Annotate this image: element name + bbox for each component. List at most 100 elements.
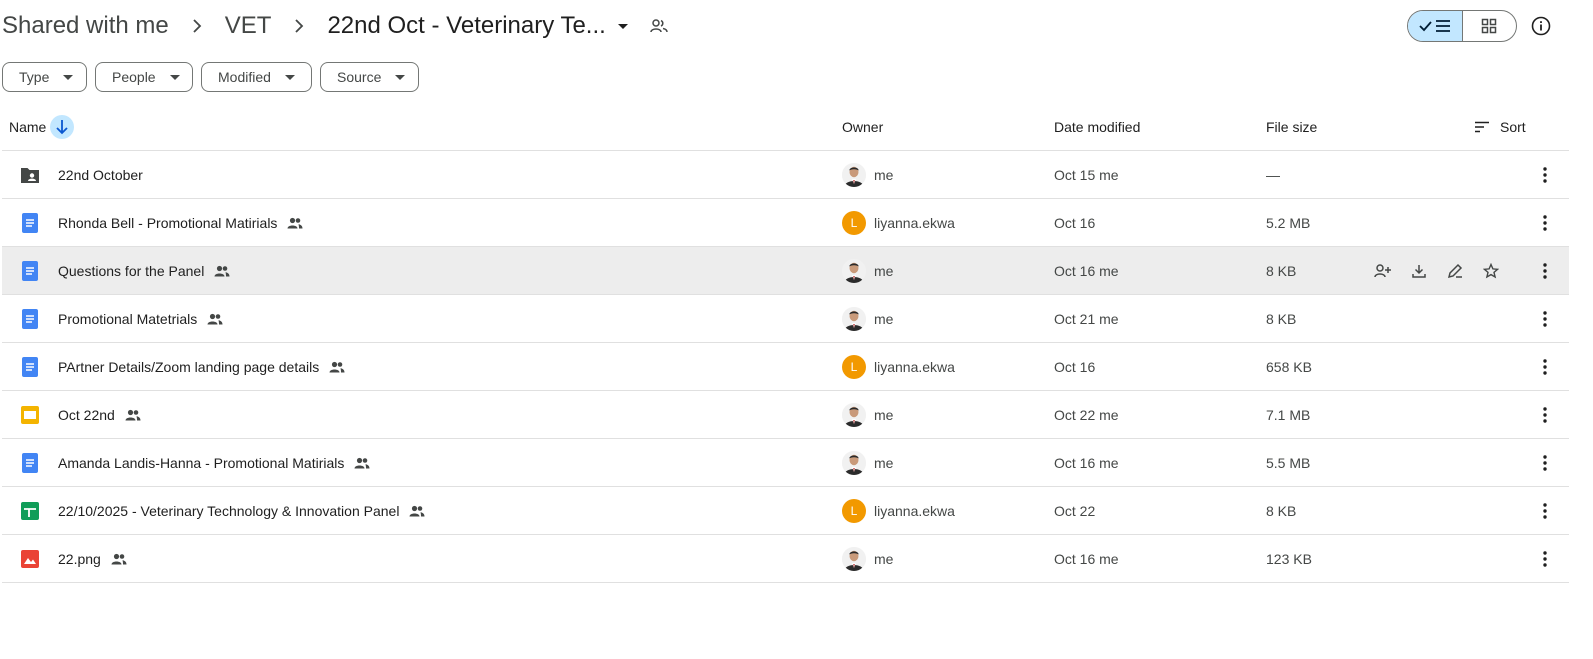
date-modified-cell: Oct 16 me xyxy=(1054,262,1119,279)
file-name[interactable]: 22.png xyxy=(58,551,101,567)
date-modified-cell: Oct 22 me xyxy=(1054,406,1119,423)
file-name-cell: 22/10/2025 - Veterinary Technology & Inn… xyxy=(58,487,425,534)
file-list-header: Name Owner Date modified File size Sort xyxy=(2,104,1569,151)
rename-pencil-icon[interactable] xyxy=(1444,260,1466,282)
breadcrumb-vet[interactable]: VET xyxy=(225,12,272,40)
owner-avatar xyxy=(842,162,866,187)
google-docs-icon xyxy=(20,261,40,281)
more-actions-icon[interactable] xyxy=(1533,307,1557,331)
grid-view-button[interactable] xyxy=(1463,11,1517,41)
file-size-cell: 7.1 MB xyxy=(1266,406,1311,423)
date-modified-column-header[interactable]: Date modified xyxy=(1054,104,1140,150)
more-actions-icon[interactable] xyxy=(1533,403,1557,427)
dropdown-caret-icon xyxy=(395,74,406,80)
list-view-button[interactable] xyxy=(1408,11,1463,41)
file-name-cell: 22.png xyxy=(58,535,127,582)
breadcrumb-current-folder[interactable]: 22nd Oct - Veterinary Te... xyxy=(327,12,628,40)
file-row[interactable]: Promotional Matetrials me Oct 21 me 8 KB xyxy=(2,295,1569,343)
modified-filter-label: Modified xyxy=(218,69,271,85)
dropdown-caret-icon xyxy=(63,74,74,80)
file-size-cell: 123 KB xyxy=(1266,550,1312,567)
source-filter-chip[interactable]: Source xyxy=(320,62,419,92)
file-name[interactable]: 22nd October xyxy=(58,167,143,183)
file-name[interactable]: PArtner Details/Zoom landing page detail… xyxy=(58,359,319,375)
owner-name: me xyxy=(874,262,894,279)
info-icon[interactable] xyxy=(1530,15,1552,37)
current-folder-title: 22nd Oct - Veterinary Te... xyxy=(327,12,606,39)
file-name[interactable]: Promotional Matetrials xyxy=(58,311,197,327)
owner-avatar: L xyxy=(842,498,866,523)
file-name[interactable]: Oct 22nd xyxy=(58,407,115,423)
owner-name: liyanna.ekwa xyxy=(874,214,955,231)
more-actions-icon[interactable] xyxy=(1533,547,1557,571)
file-name-cell: PArtner Details/Zoom landing page detail… xyxy=(58,343,345,390)
people-filter-label: People xyxy=(112,69,156,85)
owner-name: me xyxy=(874,166,894,183)
shared-folder-icon[interactable] xyxy=(650,19,668,33)
file-name[interactable]: Questions for the Panel xyxy=(58,263,204,279)
sort-descending-arrow-icon[interactable] xyxy=(50,115,75,139)
shared-people-icon xyxy=(214,265,230,277)
owner-name: me xyxy=(874,310,894,327)
more-actions-icon[interactable] xyxy=(1533,211,1557,235)
shared-folder-icon xyxy=(20,165,40,185)
file-name[interactable]: Rhonda Bell - Promotional Matirials xyxy=(58,215,277,231)
shared-people-icon xyxy=(329,361,345,373)
sort-button[interactable]: Sort xyxy=(1474,104,1526,150)
owner-cell: me xyxy=(842,295,893,342)
type-filter-chip[interactable]: Type xyxy=(2,62,87,92)
download-icon[interactable] xyxy=(1408,260,1430,282)
more-actions-icon[interactable] xyxy=(1533,451,1557,475)
date-modified-cell: Oct 15 me xyxy=(1054,166,1119,183)
row-quick-actions xyxy=(1372,247,1502,294)
file-row[interactable]: Questions for the Panel me Oct 16 me 8 KB xyxy=(2,247,1569,295)
file-name[interactable]: 22/10/2025 - Veterinary Technology & Inn… xyxy=(58,503,399,519)
shared-people-icon xyxy=(207,313,223,325)
shared-people-icon xyxy=(125,409,141,421)
owner-column-header[interactable]: Owner xyxy=(842,104,883,150)
file-row[interactable]: 22/10/2025 - Veterinary Technology & Inn… xyxy=(2,487,1569,535)
file-row[interactable]: Oct 22nd me Oct 22 me 7.1 MB xyxy=(2,391,1569,439)
file-row[interactable]: 22nd October me Oct 15 me — xyxy=(2,151,1569,199)
source-filter-label: Source xyxy=(337,69,382,85)
image-file-icon xyxy=(20,549,40,569)
file-size-cell: 5.2 MB xyxy=(1266,214,1311,231)
file-name[interactable]: Amanda Landis-Hanna - Promotional Matiri… xyxy=(58,455,344,471)
breadcrumb-shared-with-me[interactable]: Shared with me xyxy=(2,12,169,40)
name-column-header[interactable]: Name xyxy=(9,104,75,150)
share-icon[interactable] xyxy=(1372,260,1394,282)
owner-name: liyanna.ekwa xyxy=(874,502,955,519)
chevron-right-icon xyxy=(293,18,305,34)
dropdown-caret-icon xyxy=(284,74,295,80)
file-size-cell: 8 KB xyxy=(1266,310,1297,327)
star-icon[interactable] xyxy=(1480,260,1502,282)
file-name-cell: 22nd October xyxy=(58,151,143,198)
file-row[interactable]: 22.png me Oct 16 me 123 KB xyxy=(2,535,1569,583)
breadcrumb: Shared with me VET 22nd Oct - Veterinary… xyxy=(2,8,668,44)
google-docs-icon xyxy=(20,357,40,377)
people-filter-chip[interactable]: People xyxy=(95,62,193,92)
owner-cell: me xyxy=(842,391,893,438)
view-toggle xyxy=(1407,10,1517,42)
owner-cell: me xyxy=(842,151,893,198)
file-row[interactable]: PArtner Details/Zoom landing page detail… xyxy=(2,343,1569,391)
more-actions-icon[interactable] xyxy=(1533,259,1557,283)
shared-people-icon xyxy=(409,505,425,517)
more-actions-icon[interactable] xyxy=(1533,163,1557,187)
dropdown-caret-icon xyxy=(617,23,628,29)
file-name-cell: Amanda Landis-Hanna - Promotional Matiri… xyxy=(58,439,370,486)
file-size-cell: 5.5 MB xyxy=(1266,454,1311,471)
more-actions-icon[interactable] xyxy=(1533,499,1557,523)
owner-cell: Lliyanna.ekwa xyxy=(842,199,955,246)
date-modified-cell: Oct 16 xyxy=(1054,358,1096,375)
file-row[interactable]: Amanda Landis-Hanna - Promotional Matiri… xyxy=(2,439,1569,487)
file-size-column-header[interactable]: File size xyxy=(1266,104,1317,150)
modified-filter-chip[interactable]: Modified xyxy=(201,62,312,92)
date-modified-cell: Oct 21 me xyxy=(1054,310,1119,327)
owner-avatar xyxy=(842,258,866,283)
shared-people-icon xyxy=(111,553,127,565)
owner-cell: me xyxy=(842,247,893,294)
google-slides-icon xyxy=(20,405,40,425)
file-row[interactable]: Rhonda Bell - Promotional Matirials Lliya… xyxy=(2,199,1569,247)
more-actions-icon[interactable] xyxy=(1533,355,1557,379)
